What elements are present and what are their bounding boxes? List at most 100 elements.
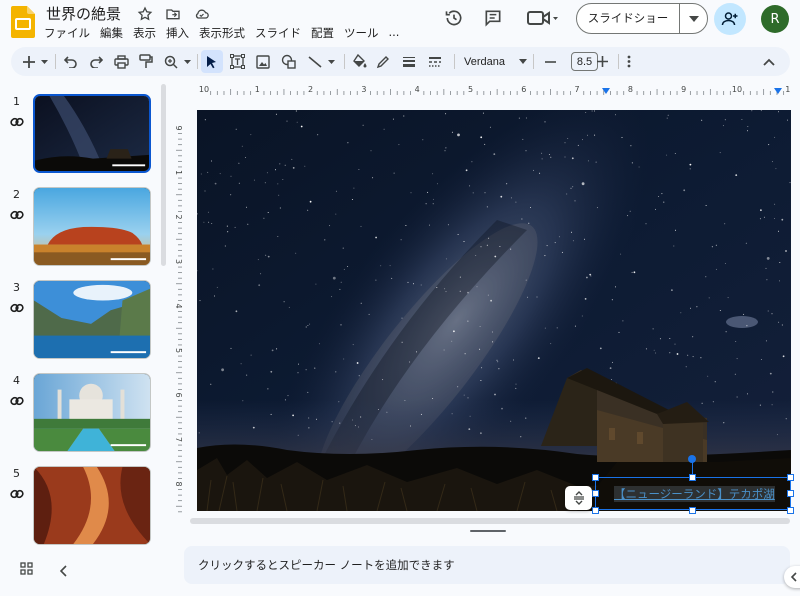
more-options-icon[interactable]: [621, 47, 637, 76]
speaker-notes[interactable]: クリックするとスピーカー ノートを追加できます: [184, 546, 790, 584]
menu-slide[interactable]: スライド: [255, 25, 301, 41]
menu-file[interactable]: ファイル: [44, 25, 90, 41]
menu-format[interactable]: 表示形式: [199, 25, 245, 41]
ruler-label: 7: [174, 437, 182, 442]
toolbar: Verdana 8.5: [11, 47, 790, 76]
resize-handle[interactable]: [787, 490, 794, 497]
ruler-label: 2: [174, 214, 182, 219]
document-title[interactable]: 世界の絶景: [46, 3, 121, 24]
version-history-icon[interactable]: [439, 3, 469, 33]
ruler-label: 5: [174, 348, 182, 353]
slide-canvas[interactable]: [197, 110, 791, 511]
undo-icon[interactable]: [61, 47, 81, 76]
menu-view[interactable]: 表示: [133, 25, 156, 41]
print-icon[interactable]: [111, 47, 131, 76]
move-to-folder-icon[interactable]: [164, 5, 182, 23]
account-avatar[interactable]: R: [761, 5, 789, 33]
font-family-select[interactable]: Verdana: [464, 47, 527, 76]
resize-handle[interactable]: [787, 507, 794, 514]
canvas-horizontal-scrollbar[interactable]: [190, 518, 790, 524]
slideshow-label[interactable]: スライドショー: [577, 4, 680, 33]
menu-more[interactable]: ...: [389, 25, 400, 41]
notes-resize-handle[interactable]: [470, 530, 506, 532]
slides-logo[interactable]: [11, 6, 35, 38]
slide-thumbnail-5[interactable]: [33, 466, 151, 545]
resize-handle[interactable]: [689, 507, 696, 514]
slide-thumbnail-1[interactable]: [33, 94, 151, 173]
menu-edit[interactable]: 編集: [100, 25, 123, 41]
indent-marker: [602, 88, 610, 94]
share-button[interactable]: [714, 3, 746, 35]
autofit-icon[interactable]: [565, 486, 592, 510]
indent-marker: [774, 88, 782, 94]
ruler-label: 1: [255, 85, 260, 94]
font-family-value: Verdana: [464, 55, 505, 68]
add-person-icon: [721, 12, 738, 26]
ruler-label: 5: [468, 85, 473, 94]
border-color-icon[interactable]: [373, 47, 393, 76]
grid-view-icon[interactable]: [20, 560, 33, 579]
ruler-label: 1: [174, 170, 182, 175]
collapse-filmstrip-icon[interactable]: [59, 562, 68, 581]
link-icon: [10, 114, 24, 128]
menu-insert[interactable]: 挿入: [166, 25, 189, 41]
meet-button[interactable]: [522, 3, 562, 33]
cloud-saved-icon[interactable]: [192, 5, 210, 23]
vertical-ruler[interactable]: 9123456789: [170, 110, 183, 531]
new-slide-button[interactable]: [21, 47, 51, 76]
selection-box[interactable]: [595, 477, 791, 510]
resize-handle[interactable]: [592, 474, 599, 481]
rotate-handle[interactable]: [688, 455, 696, 463]
line-tool-icon[interactable]: [305, 47, 339, 76]
slideshow-button[interactable]: スライドショー: [576, 3, 708, 34]
star-icon[interactable]: [136, 5, 154, 23]
slide-thumbnail-3[interactable]: [33, 280, 151, 359]
slides-app: 世界の絶景 ファイル 編集 表示 挿入 表示形式 スライド 配置 ツール ...: [0, 0, 800, 596]
resize-handle[interactable]: [689, 474, 696, 481]
redo-icon[interactable]: [86, 47, 106, 76]
slide-number: 2: [13, 188, 20, 201]
chevron-down-icon: [518, 59, 527, 64]
collapse-toolbar-icon[interactable]: [759, 47, 779, 76]
side-panel-toggle-icon[interactable]: [784, 566, 800, 588]
resize-handle[interactable]: [787, 474, 794, 481]
text-box-icon[interactable]: [227, 47, 247, 76]
ruler-label: 9: [681, 85, 686, 94]
decrease-font-size-icon[interactable]: [541, 47, 559, 76]
ruler-label: 4: [174, 303, 182, 308]
ruler-label: 10: [732, 85, 742, 94]
slide-number: 5: [13, 467, 20, 480]
menu-arrange[interactable]: 配置: [311, 25, 334, 41]
shape-icon[interactable]: [278, 47, 298, 76]
menu-tools[interactable]: ツール: [344, 25, 379, 41]
slide-thumbnail-2[interactable]: [33, 187, 151, 266]
paint-format-icon[interactable]: [136, 47, 156, 76]
ruler-label: 9: [174, 125, 182, 130]
ruler-label: 6: [521, 85, 526, 94]
filmstrip-scrollbar[interactable]: [161, 84, 166, 266]
border-dash-icon[interactable]: [425, 47, 445, 76]
horizontal-ruler[interactable]: 10 1 2 3 4 5 6 7 8 9 10 11: [196, 80, 795, 95]
link-icon: [10, 300, 24, 314]
speaker-notes-placeholder: クリックするとスピーカー ノートを追加できます: [198, 558, 455, 572]
image-icon[interactable]: [253, 47, 273, 76]
slide-filmstrip: 1 2 3 4 5: [0, 84, 172, 545]
ruler-label: 7: [575, 85, 580, 94]
comments-icon[interactable]: [478, 3, 508, 33]
border-weight-icon[interactable]: [399, 47, 419, 76]
slide-number: 4: [13, 374, 20, 387]
ruler-label: 2: [308, 85, 313, 94]
slide-number: 1: [13, 95, 20, 108]
ruler-label: 8: [174, 481, 182, 486]
slideshow-dropdown-icon[interactable]: [680, 15, 707, 22]
menu-bar: ファイル 編集 表示 挿入 表示形式 スライド 配置 ツール ...: [44, 25, 409, 41]
zoom-button[interactable]: [163, 47, 193, 76]
ruler-label: 3: [361, 85, 366, 94]
increase-font-size-icon[interactable]: [593, 47, 611, 76]
fill-color-icon[interactable]: [349, 47, 369, 76]
app-header: 世界の絶景 ファイル 編集 表示 挿入 表示形式 スライド 配置 ツール ...: [0, 0, 800, 44]
slide-thumbnail-4[interactable]: [33, 373, 151, 452]
resize-handle[interactable]: [592, 507, 599, 514]
select-tool-icon[interactable]: [201, 50, 223, 73]
resize-handle[interactable]: [592, 490, 599, 497]
